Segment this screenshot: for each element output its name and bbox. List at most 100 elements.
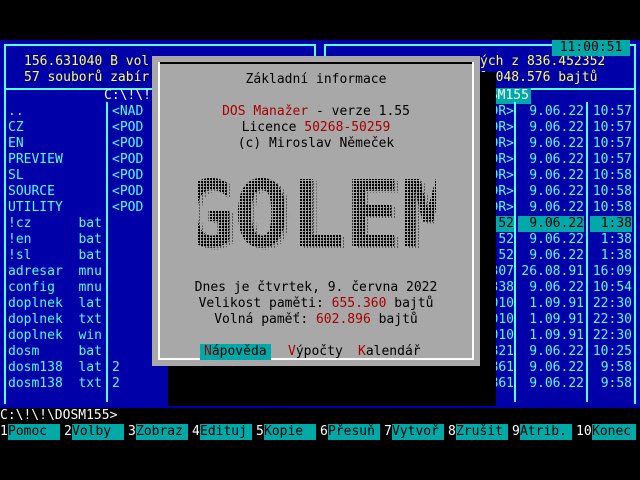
file-date: 9.06.22 xyxy=(529,184,584,199)
calendar-button[interactable]: Kalendář xyxy=(358,344,421,360)
file-date: 9.06.22 xyxy=(529,360,584,375)
left-file-row[interactable]: dosm138 txt xyxy=(8,376,102,392)
file-ext xyxy=(78,120,101,135)
fkey-pomoc-button[interactable]: Pomoc xyxy=(8,424,60,440)
file-size: <POD xyxy=(112,136,144,151)
left-file-row[interactable]: CZ xyxy=(8,120,102,136)
left-file-row[interactable]: !en bat xyxy=(8,232,102,248)
right-size-divider xyxy=(514,102,516,402)
fkey-number: 5 xyxy=(256,424,264,440)
file-name: dosm138 xyxy=(8,360,79,375)
file-name: SOURCE xyxy=(8,184,79,199)
left-file-row[interactable]: PREVIEW xyxy=(8,152,102,168)
file-size: <NAD xyxy=(112,104,144,119)
file-size: <POD xyxy=(112,168,144,183)
file-size: <POD xyxy=(112,200,144,215)
file-time: 10:58 xyxy=(592,184,632,199)
file-time: 10:57 xyxy=(592,104,632,119)
file-time: 10:54 xyxy=(592,280,632,295)
file-name: PREVIEW xyxy=(8,152,79,167)
fkey-number: 3 xyxy=(128,424,136,440)
file-time: 9:58 xyxy=(600,360,632,375)
file-ext: mnu xyxy=(78,280,102,295)
file-name: dosm138 xyxy=(8,376,79,391)
file-ext: bat xyxy=(78,232,102,247)
help-button[interactable]: Nápověda xyxy=(200,344,271,360)
fkey-number: 10 xyxy=(576,424,592,440)
right-info-line2: 1.048.576 bajtů xyxy=(480,70,598,85)
fkey-vytvo-button[interactable]: Vytvoř xyxy=(392,424,444,440)
left-file-row[interactable]: SOURCE xyxy=(8,184,102,200)
fkey-number: 8 xyxy=(448,424,456,440)
file-time: 10:57 xyxy=(592,120,632,135)
file-ext: bat xyxy=(78,344,102,359)
logo-text: GOLEM xyxy=(198,166,436,256)
left-file-row[interactable]: adresar mnu xyxy=(8,264,102,280)
fkey-konec-button[interactable]: Konec xyxy=(592,424,636,440)
file-size: 2 xyxy=(112,376,120,391)
file-ext: win xyxy=(78,328,102,343)
command-line[interactable]: C:\!\!\DOSM155> xyxy=(0,408,117,424)
file-ext: lat xyxy=(78,360,102,375)
file-name: doplnek xyxy=(8,296,79,311)
file-time: 22:30 xyxy=(592,296,632,311)
file-time: 10:58 xyxy=(592,168,632,183)
fkey-number: 1 xyxy=(0,424,8,440)
left-file-row[interactable]: .. xyxy=(8,104,102,120)
file-name: !cz xyxy=(8,216,79,231)
file-ext xyxy=(78,136,101,151)
file-ext: txt xyxy=(78,312,102,327)
file-name: SL xyxy=(8,168,79,183)
file-name: EN xyxy=(8,136,79,151)
file-date: 9.06.22 xyxy=(529,168,584,183)
right-info-line1: ých z 836.452352 xyxy=(480,54,606,69)
left-file-row[interactable]: SL xyxy=(8,168,102,184)
fkey-edituj-button[interactable]: Edituj xyxy=(200,424,252,440)
file-date: 9.06.22 xyxy=(529,200,584,215)
calculations-button[interactable]: Výpočty xyxy=(288,344,343,360)
file-ext xyxy=(78,152,101,167)
left-file-row[interactable]: dosm138 lat xyxy=(8,360,102,376)
fkey-number: 7 xyxy=(384,424,392,440)
left-file-row[interactable]: doplnek txt xyxy=(8,312,102,328)
about-dialog[interactable]: Základní informace DOS Manažer - verze 1… xyxy=(152,56,480,366)
file-ext xyxy=(78,168,101,183)
file-date: 9.06.22 xyxy=(529,152,584,167)
left-file-row[interactable]: config mnu xyxy=(8,280,102,296)
memory-label: Velikost paměti: xyxy=(198,296,332,311)
file-date: 9.06.22 xyxy=(529,376,584,391)
file-date: 9.06.22 xyxy=(529,104,584,119)
left-file-row[interactable]: !cz bat xyxy=(8,216,102,232)
fkey-zruit-button[interactable]: Zrušit xyxy=(456,424,508,440)
fkey-number: 4 xyxy=(192,424,200,440)
left-file-row[interactable]: dosm bat xyxy=(8,344,102,360)
file-ext: txt xyxy=(78,376,102,391)
fkey-atrib-button[interactable]: Atrib. xyxy=(520,424,572,440)
left-file-row[interactable]: EN xyxy=(8,136,102,152)
left-file-row[interactable]: doplnek lat xyxy=(8,296,102,312)
file-date: 9.06.22 xyxy=(529,280,584,295)
left-panel-top-border xyxy=(4,44,316,46)
file-date: 26.08.91 xyxy=(521,264,584,279)
file-ext: bat xyxy=(78,216,102,231)
fkey-volby-button[interactable]: Volby xyxy=(72,424,124,440)
fkey-zobraz-button[interactable]: Zobraz xyxy=(136,424,188,440)
free-memory-unit: bajtů xyxy=(370,312,418,327)
dialog-title: Základní informace xyxy=(241,72,391,87)
left-file-row[interactable]: doplnek win xyxy=(8,328,102,344)
memory-unit: bajtů xyxy=(386,296,434,311)
file-date: 9.06.22 xyxy=(518,216,584,232)
licence-label: Licence xyxy=(241,120,305,135)
left-file-row[interactable]: !sl bat xyxy=(8,248,102,264)
free-memory-value: 602.896 xyxy=(315,312,371,327)
file-name: !en xyxy=(8,232,79,247)
left-file-row[interactable]: UTILITY xyxy=(8,200,102,216)
file-name: config xyxy=(8,280,79,295)
fkey-pesu-button[interactable]: Přesuň xyxy=(328,424,380,440)
file-time: 1:38 xyxy=(600,232,632,247)
fkey-kopie-button[interactable]: Kopie xyxy=(264,424,316,440)
file-name: .. xyxy=(8,104,79,119)
file-date: 9.06.22 xyxy=(529,120,584,135)
free-memory-label: Volná paměť: xyxy=(214,312,316,327)
file-time: 10:57 xyxy=(592,136,632,151)
